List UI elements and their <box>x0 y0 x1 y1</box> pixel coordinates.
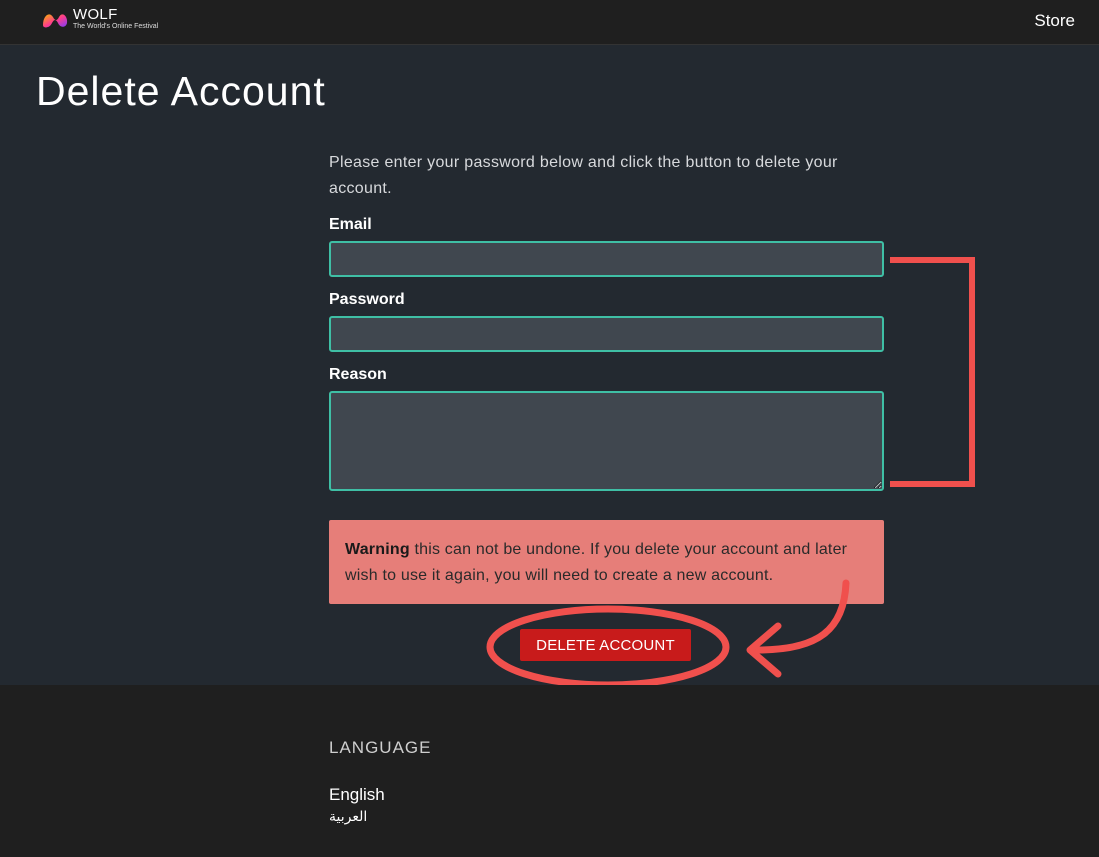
wolf-logo[interactable]: WOLF The World's Online Festival <box>40 7 158 30</box>
warning-strong: Warning <box>345 541 410 558</box>
delete-account-button[interactable]: DELETE ACCOUNT <box>520 629 691 661</box>
wolf-logo-icon <box>43 13 68 27</box>
email-field[interactable] <box>329 241 884 277</box>
language-heading: LANGUAGE <box>329 738 432 757</box>
language-arabic-link[interactable]: العربية <box>329 808 367 825</box>
reason-textarea[interactable] <box>329 391 884 491</box>
store-link[interactable]: Store <box>1034 11 1075 31</box>
page-title: Delete Account <box>36 68 326 114</box>
language-english-link[interactable]: English <box>329 785 385 805</box>
delete-account-form: Please enter your password below and cli… <box>329 150 884 491</box>
password-label: Password <box>329 291 405 308</box>
email-label: Email <box>329 216 372 233</box>
intro-text: Please enter your password below and cli… <box>329 154 838 197</box>
logo-name: WOLF <box>73 6 118 23</box>
footer: LANGUAGE English العربية <box>0 685 1099 857</box>
warning-alert: Warning this can not be undone. If you d… <box>329 520 884 604</box>
top-navbar: WOLF The World's Online Festival Store <box>0 0 1099 45</box>
reason-label: Reason <box>329 366 387 383</box>
logo-tagline: The World's Online Festival <box>73 23 159 30</box>
password-field[interactable] <box>329 316 884 352</box>
main-content: Delete Account Please enter your passwor… <box>0 45 1099 685</box>
warning-text: this can not be undone. If you delete yo… <box>345 541 848 584</box>
